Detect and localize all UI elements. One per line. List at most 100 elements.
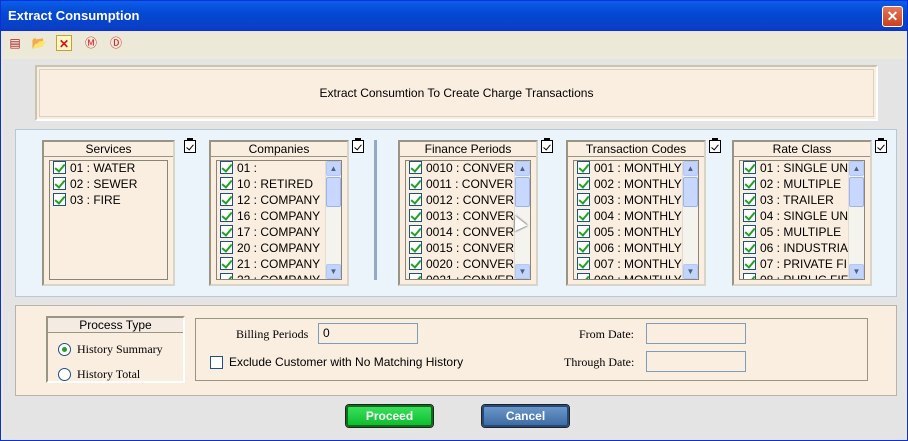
scroll-down-icon[interactable]: ▼ (326, 264, 341, 279)
d-circle-icon[interactable]: Ⓓ (108, 35, 124, 51)
list-item[interactable]: 02 : SEWER (50, 177, 167, 193)
scroll-up-icon[interactable]: ▲ (849, 161, 864, 176)
checkbox-icon[interactable] (409, 209, 422, 222)
list-item[interactable]: 03 : TRAILER (740, 193, 864, 209)
exclude-customer-checkbox[interactable]: Exclude Customer with No Matching Histor… (210, 354, 463, 370)
billing-periods-input[interactable]: 0 (318, 323, 418, 344)
list-item[interactable]: 003 : MONTHLY (574, 193, 698, 209)
scroll-down-icon[interactable]: ▼ (849, 264, 864, 279)
list-item[interactable]: 0021 : CONVER (406, 273, 530, 279)
scroll-up-icon[interactable]: ▲ (326, 161, 341, 176)
list-body[interactable]: 001 : MONTHLY 002 : MONTHLY 003 : MONTHLY 0… (573, 160, 699, 280)
list-body[interactable]: 01 : SINGLE UN 02 : MULTIPLE 03 : TRAILER 0… (739, 160, 865, 280)
scroll-thumb[interactable] (849, 177, 864, 207)
scroll-thumb[interactable] (515, 177, 530, 207)
checkbox-icon[interactable] (220, 193, 233, 206)
radio-history-summary[interactable]: History Summary (58, 341, 163, 357)
checkbox-icon[interactable] (577, 209, 590, 222)
list-item[interactable]: 0011 : CONVER (406, 177, 530, 193)
checkbox-icon[interactable] (743, 225, 756, 238)
scroll-thumb[interactable] (683, 177, 698, 207)
checkbox-icon[interactable] (743, 257, 756, 270)
checkbox-icon[interactable] (210, 356, 223, 369)
list-body[interactable]: 01 : WATER 02 : SEWER 03 : FIRE (49, 160, 168, 280)
list-item[interactable]: 07 : PRIVATE FI (740, 257, 864, 273)
list-item[interactable]: 007 : MONTHLY (574, 257, 698, 273)
scroll-down-icon[interactable]: ▼ (515, 264, 530, 279)
radio-button-icon[interactable] (58, 343, 71, 356)
checkbox-icon[interactable] (409, 193, 422, 206)
checkbox-icon[interactable] (577, 241, 590, 254)
scroll-up-icon[interactable]: ▲ (515, 161, 530, 176)
scroll-down-icon[interactable]: ▼ (683, 264, 698, 279)
list-item[interactable]: 006 : MONTHLY (574, 241, 698, 257)
checkbox-icon[interactable] (577, 177, 590, 190)
list-item[interactable]: 005 : MONTHLY (574, 225, 698, 241)
checkbox-icon[interactable] (577, 273, 590, 279)
checkbox-icon[interactable] (53, 177, 66, 190)
checkbox-icon[interactable] (53, 161, 66, 174)
list-item[interactable]: 08 : PUBLIC FIF (740, 273, 864, 279)
list-item[interactable]: 20 : COMPANY (217, 241, 341, 257)
open-folder-icon[interactable]: 📂 (31, 35, 47, 51)
list-item[interactable]: 0012 : CONVER (406, 193, 530, 209)
checkbox-icon[interactable] (743, 241, 756, 254)
proceed-button[interactable]: Proceed (345, 404, 434, 428)
list-item[interactable]: 002 : MONTHLY (574, 177, 698, 193)
list-item[interactable]: 12 : COMPANY (217, 193, 341, 209)
delete-icon[interactable]: ✕ (56, 35, 72, 51)
select-all-icon[interactable] (352, 138, 364, 153)
close-button[interactable]: ✕ (882, 6, 903, 27)
list-item[interactable]: 01 : WATER (50, 161, 167, 177)
checkbox-icon[interactable] (409, 241, 422, 254)
list-item[interactable]: 10 : RETIRED (217, 177, 341, 193)
list-item[interactable]: 21 : COMPANY (217, 257, 341, 273)
list-item[interactable]: 01 : SINGLE UN (740, 161, 864, 177)
list-item[interactable]: 001 : MONTHLY (574, 161, 698, 177)
checkbox-icon[interactable] (577, 161, 590, 174)
checkbox-icon[interactable] (743, 209, 756, 222)
checkbox-icon[interactable] (409, 161, 422, 174)
list-item[interactable]: 0015 : CONVER (406, 241, 530, 257)
checkbox-icon[interactable] (220, 273, 233, 279)
checkbox-icon[interactable] (220, 161, 233, 174)
select-all-icon[interactable] (541, 138, 553, 153)
list-item[interactable]: 02 : MULTIPLE (740, 177, 864, 193)
checkbox-icon[interactable] (409, 257, 422, 270)
vertical-scrollbar[interactable]: ▲ ▼ (325, 161, 341, 279)
checkbox-icon[interactable] (409, 177, 422, 190)
list-item[interactable]: 16 : COMPANY (217, 209, 341, 225)
list-item[interactable]: 05 : MULTIPLE (740, 225, 864, 241)
list-item[interactable]: 06 : INDUSTRIA (740, 241, 864, 257)
list-item[interactable]: 004 : MONTHLY (574, 209, 698, 225)
checkbox-icon[interactable] (743, 193, 756, 206)
checkbox-icon[interactable] (743, 177, 756, 190)
m-circle-icon[interactable]: Ⓜ (83, 35, 99, 51)
list-item[interactable]: 22 : COMPANY (217, 273, 341, 279)
checkbox-icon[interactable] (220, 225, 233, 238)
from-date-input[interactable] (646, 323, 746, 344)
checkbox-icon[interactable] (577, 225, 590, 238)
checkbox-icon[interactable] (743, 161, 756, 174)
vertical-scrollbar[interactable]: ▲ ▼ (848, 161, 864, 279)
scroll-thumb[interactable] (326, 177, 341, 207)
list-body[interactable]: 01 : 10 : RETIRED 12 : COMPANY 16 : COMPANY… (216, 160, 342, 280)
select-all-icon[interactable] (709, 138, 721, 153)
select-all-icon[interactable] (184, 138, 196, 153)
checkbox-icon[interactable] (220, 209, 233, 222)
select-all-icon[interactable] (875, 138, 887, 153)
checkbox-icon[interactable] (220, 257, 233, 270)
list-item[interactable]: 04 : SINGLE UN (740, 209, 864, 225)
checkbox-icon[interactable] (220, 177, 233, 190)
checkbox-icon[interactable] (53, 193, 66, 206)
checkbox-icon[interactable] (577, 257, 590, 270)
scroll-up-icon[interactable]: ▲ (683, 161, 698, 176)
list-item[interactable]: 0014 : CONVER (406, 225, 530, 241)
list-item[interactable]: 01 : (217, 161, 341, 177)
vertical-scrollbar[interactable]: ▲ ▼ (682, 161, 698, 279)
cancel-button[interactable]: Cancel (481, 404, 570, 428)
list-item[interactable]: 0010 : CONVER (406, 161, 530, 177)
radio-history-total[interactable]: History Total (58, 366, 140, 382)
radio-button-icon[interactable] (58, 368, 71, 381)
checkbox-icon[interactable] (409, 225, 422, 238)
